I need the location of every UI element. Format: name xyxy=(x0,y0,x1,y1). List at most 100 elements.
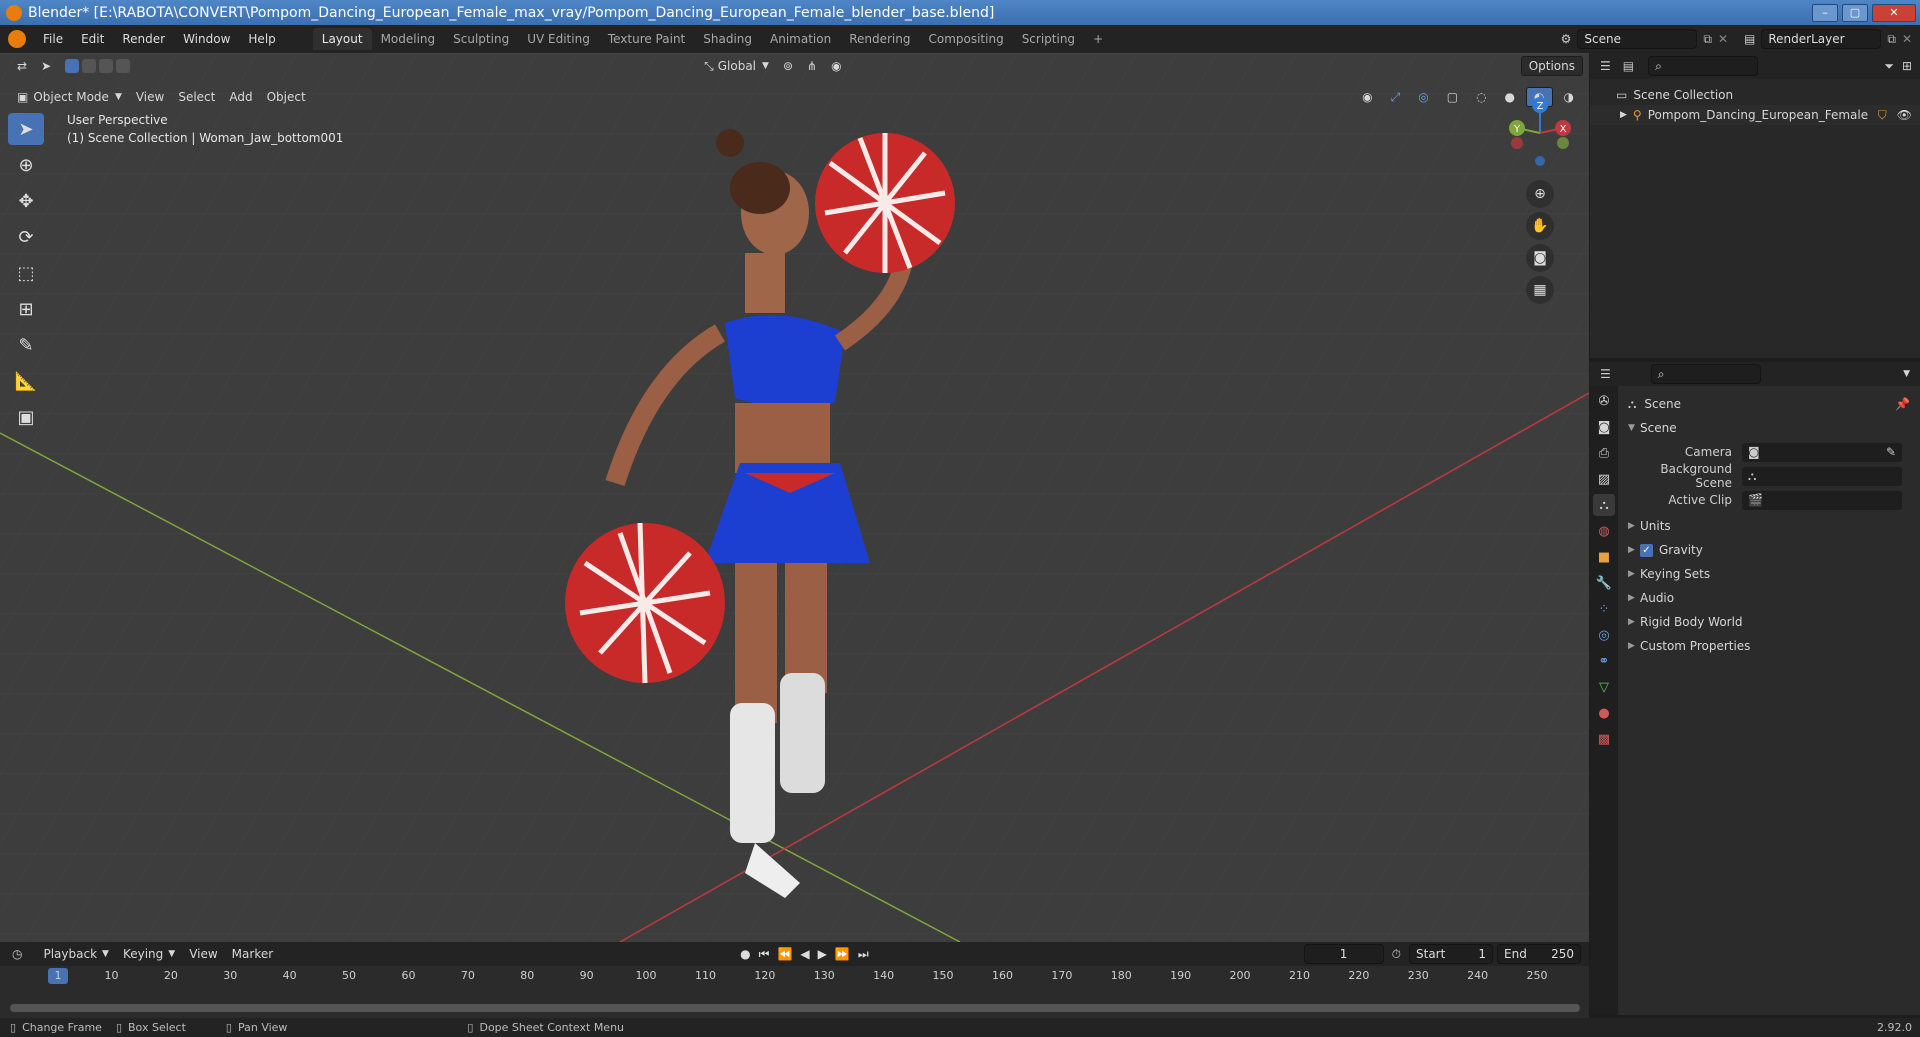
outliner-search-input[interactable]: ⌕ xyxy=(1648,56,1759,76)
outliner-item-scene-collection[interactable]: ▭ Scene Collection xyxy=(1590,85,1920,105)
tab-constraints[interactable]: ⚭ xyxy=(1593,650,1615,672)
cursor-tool[interactable]: ⊕ xyxy=(8,149,44,181)
gravity-checkbox[interactable]: ✓ xyxy=(1640,543,1653,557)
editor-type-button[interactable]: ⇄ xyxy=(10,56,34,76)
gizmo-toggle-button[interactable]: ⤢ xyxy=(1384,87,1408,107)
tab-texture[interactable]: ▩ xyxy=(1593,728,1615,750)
play-icon[interactable]: ▶ xyxy=(818,947,827,961)
mode-dropdown[interactable]: ▣ Object Mode ▼ xyxy=(10,87,129,107)
options-dropdown[interactable]: Options xyxy=(1520,56,1583,76)
menu-render[interactable]: Render xyxy=(113,32,174,46)
tab-render[interactable]: ◙ xyxy=(1593,416,1615,438)
xray-toggle-button[interactable]: ▢ xyxy=(1440,87,1465,107)
select-mode-tweak[interactable]: ➤ xyxy=(34,56,58,76)
shading-wireframe-button[interactable]: ◌ xyxy=(1469,87,1493,107)
display-mode-icon[interactable]: ▤ xyxy=(1623,59,1634,73)
pivot-point-button[interactable]: ⊚ xyxy=(776,56,800,76)
add-workspace-button[interactable]: + xyxy=(1084,28,1112,50)
jump-end-icon[interactable]: ⏭ xyxy=(858,947,869,962)
tab-modifiers[interactable]: 🔧 xyxy=(1593,572,1615,594)
snap-button[interactable]: ⋔ xyxy=(800,56,824,76)
orientation-dropdown[interactable]: ⤡ Global ▼ xyxy=(697,56,776,76)
menu-playback[interactable]: Playback ▼ xyxy=(36,944,115,964)
visibility-button[interactable]: ◉ xyxy=(1355,87,1379,107)
proportional-edit-button[interactable]: ◉ xyxy=(824,56,848,76)
tab-shading[interactable]: Shading xyxy=(694,28,761,50)
properties-search-input[interactable]: ⌕ xyxy=(1650,364,1761,384)
add-cube-tool[interactable]: ▣ xyxy=(8,401,44,433)
chevron-down-icon[interactable]: ▼ xyxy=(1903,369,1910,379)
visibility-eye-icon[interactable]: 👁 xyxy=(1897,108,1912,122)
jump-start-icon[interactable]: ⏮ xyxy=(759,947,770,962)
menu-object[interactable]: Object xyxy=(260,87,313,107)
tab-uv-editing[interactable]: UV Editing xyxy=(518,28,599,50)
filter-icon[interactable]: ⏷ xyxy=(1884,59,1894,74)
panel-keying-sets[interactable]: ▶ Keying Sets xyxy=(1618,562,1920,586)
new-collection-icon[interactable]: ⊞ xyxy=(1902,59,1912,73)
tab-output[interactable]: ⎙ xyxy=(1593,442,1615,464)
maximize-button[interactable]: ▢ xyxy=(1842,3,1868,22)
stopwatch-icon[interactable]: ⏱ xyxy=(1392,947,1401,962)
panel-custom-properties[interactable]: ▶ Custom Properties xyxy=(1618,634,1920,658)
outliner-item-model[interactable]: ▶ ⚲ Pompom_Dancing_European_Female ⛉ 👁 xyxy=(1590,105,1920,125)
tab-texture-paint[interactable]: Texture Paint xyxy=(599,28,694,50)
annotate-tool[interactable]: ✎ xyxy=(8,329,44,361)
blender-menu-icon[interactable] xyxy=(8,30,26,48)
camera-field[interactable]: ◙ ✎ xyxy=(1742,442,1902,462)
menu-file[interactable]: File xyxy=(34,32,72,46)
delete-scene-icon[interactable]: ✕ xyxy=(1718,32,1728,46)
menu-select[interactable]: Select xyxy=(171,87,222,107)
play-reverse-icon[interactable]: ◀ xyxy=(800,947,809,961)
tab-compositing[interactable]: Compositing xyxy=(919,28,1012,50)
timeline-scrollbar[interactable] xyxy=(10,1004,1580,1012)
background-scene-field[interactable]: ⛬ xyxy=(1742,466,1902,486)
3d-viewport[interactable]: ⇄ ➤ ⤡ Global ▼ ⊚ ⋔ ◉ Options ▣ Object Mo… xyxy=(0,53,1589,942)
tab-object[interactable]: ■ xyxy=(1593,546,1615,568)
tab-rendering[interactable]: Rendering xyxy=(840,28,919,50)
menu-window[interactable]: Window xyxy=(174,32,239,46)
tab-material[interactable]: ● xyxy=(1593,702,1615,724)
panel-units[interactable]: ▶ Units xyxy=(1618,514,1920,538)
ortho-toggle-button[interactable]: ▦ xyxy=(1526,276,1554,304)
tab-particles[interactable]: ⁘ xyxy=(1593,598,1615,620)
select-tool[interactable]: ➤ xyxy=(8,113,44,145)
overlay-toggle-button[interactable]: ◎ xyxy=(1411,87,1435,107)
delete-renderlayer-icon[interactable]: ✕ xyxy=(1902,32,1912,46)
menu-edit[interactable]: Edit xyxy=(72,32,113,46)
transform-tool[interactable]: ⊞ xyxy=(8,293,44,325)
scene-icon[interactable]: ⚙ xyxy=(1561,32,1572,46)
axis-gizmo[interactable]: Z Y X xyxy=(1495,93,1585,173)
tab-world[interactable]: ◍ xyxy=(1593,520,1615,542)
tab-physics[interactable]: ◎ xyxy=(1593,624,1615,646)
minimize-button[interactable]: – xyxy=(1812,3,1838,22)
start-frame-field[interactable]: Start 1 xyxy=(1409,944,1493,964)
new-renderlayer-icon[interactable]: ⧉ xyxy=(1887,32,1896,47)
expand-arrow-icon[interactable]: ▶ xyxy=(1620,110,1627,120)
scale-tool[interactable]: ⬚ xyxy=(8,257,44,289)
next-keyframe-icon[interactable]: ⏩ xyxy=(835,947,850,961)
pin-icon[interactable]: 📌 xyxy=(1895,397,1910,411)
active-clip-field[interactable]: 🎬 xyxy=(1742,490,1902,510)
renderlayer-selector[interactable]: RenderLayer xyxy=(1761,29,1882,49)
prev-keyframe-icon[interactable]: ⏪ xyxy=(777,947,792,961)
rotate-tool[interactable]: ⟳ xyxy=(8,221,44,253)
timeline-ruler[interactable]: 1 10 20 30 40 50 60 70 80 90 100 110 120 130 140 150 160… xyxy=(0,966,1589,986)
close-button[interactable]: ✕ xyxy=(1872,3,1916,22)
pan-button[interactable]: ✋ xyxy=(1526,212,1554,240)
tab-sculpting[interactable]: Sculpting xyxy=(444,28,518,50)
camera-view-button[interactable]: ◙ xyxy=(1526,244,1554,272)
properties-editor-icon[interactable]: ☰ xyxy=(1600,367,1611,381)
current-frame-field[interactable]: 1 xyxy=(1303,944,1384,964)
new-scene-icon[interactable]: ⧉ xyxy=(1703,32,1712,47)
tab-modeling[interactable]: Modeling xyxy=(372,28,445,50)
tab-view-layer[interactable]: ▨ xyxy=(1593,468,1615,490)
measure-tool[interactable]: 📐 xyxy=(8,365,44,397)
panel-rigid-body-world[interactable]: ▶ Rigid Body World xyxy=(1618,610,1920,634)
tab-data[interactable]: ▽ xyxy=(1593,676,1615,698)
tab-scene[interactable]: ⛬ xyxy=(1593,494,1615,516)
select-mode-boxes[interactable] xyxy=(58,56,137,76)
menu-marker[interactable]: Marker xyxy=(225,944,280,964)
move-tool[interactable]: ✥ xyxy=(8,185,44,217)
panel-gravity[interactable]: ▶ ✓ Gravity xyxy=(1618,538,1920,562)
scene-selector[interactable]: Scene xyxy=(1577,29,1698,49)
